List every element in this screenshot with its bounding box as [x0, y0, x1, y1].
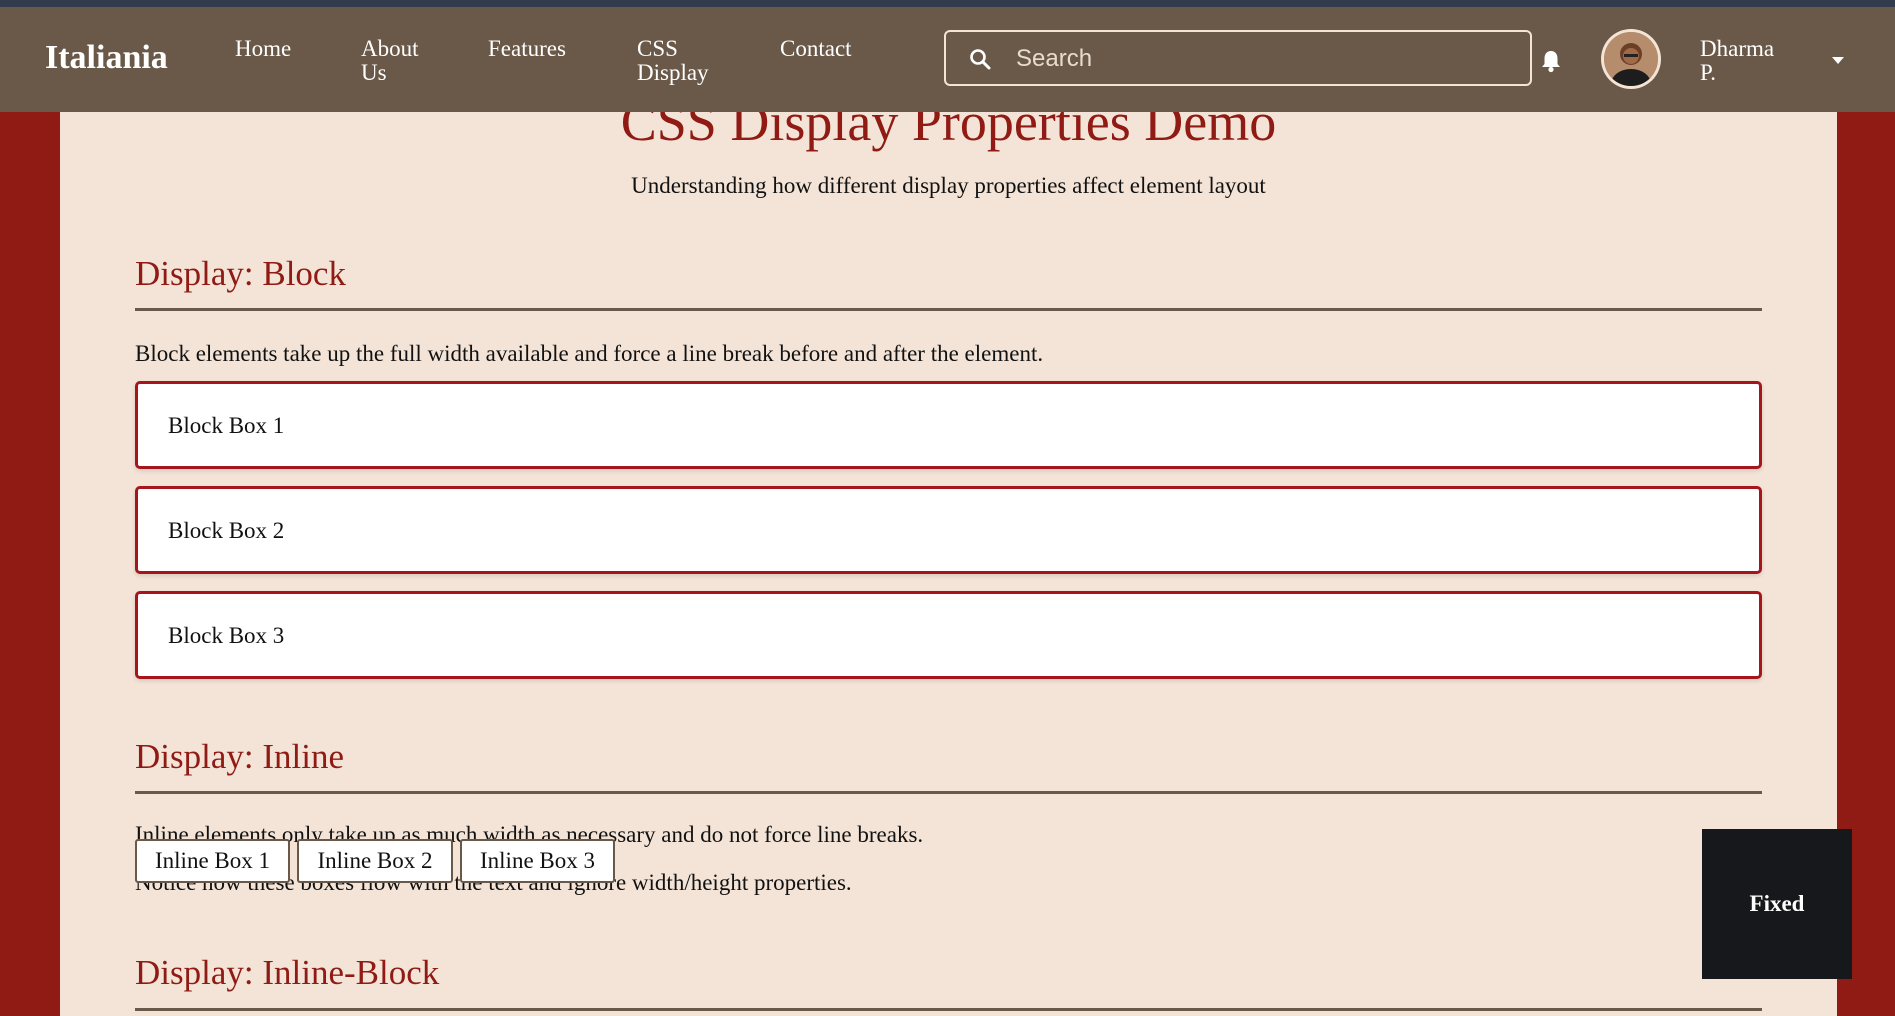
- search-input[interactable]: [1014, 41, 1518, 77]
- block-box-1: Block Box 1: [135, 381, 1762, 469]
- block-box-3: Block Box 3: [135, 591, 1762, 679]
- search-box[interactable]: [944, 30, 1532, 86]
- navbar: Italiania Home About Us Features CSS Dis…: [0, 7, 1895, 112]
- fixed-box-label: Fixed: [1749, 891, 1805, 916]
- inline-block-section-divider: [135, 1008, 1762, 1011]
- user-name-line2: P.: [1700, 60, 1716, 85]
- window-top-border: [0, 0, 1895, 7]
- main-content: CSS Display Properties Demo Understandin…: [60, 112, 1837, 1016]
- inline-box-1: Inline Box 1: [135, 839, 290, 883]
- block-section-divider: [135, 308, 1762, 311]
- nav-link-css-display[interactable]: CSS Display: [637, 37, 709, 85]
- nav-link-about-us-line1: About: [361, 36, 419, 61]
- avatar-photo: [1604, 32, 1658, 86]
- nav-link-contact[interactable]: Contact: [780, 37, 852, 61]
- block-box-label: Block Box 2: [168, 518, 285, 543]
- block-box-2: Block Box 2: [135, 486, 1762, 574]
- block-section-description: Block elements take up the full width av…: [135, 341, 1044, 366]
- avatar[interactable]: [1601, 29, 1661, 89]
- inline-section-divider: [135, 791, 1762, 794]
- inline-block-section-heading: Display: Inline-Block: [135, 953, 440, 992]
- block-box-label: Block Box 1: [168, 413, 285, 438]
- inline-section-heading: Display: Inline: [135, 737, 344, 776]
- user-name-line1: Dharma: [1700, 36, 1775, 61]
- site-logo[interactable]: Italiania: [45, 41, 168, 75]
- nav-link-css-display-line2: Display: [637, 60, 709, 85]
- bell-icon[interactable]: [1540, 49, 1562, 73]
- nav-link-features[interactable]: Features: [488, 37, 566, 61]
- inline-box-3: Inline Box 3: [460, 839, 615, 883]
- nav-link-css-display-line1: CSS: [637, 36, 678, 61]
- chevron-down-icon[interactable]: [1832, 57, 1844, 64]
- block-section-heading: Display: Block: [135, 254, 346, 293]
- search-icon: [970, 49, 991, 70]
- page-subtitle: Understanding how different display prop…: [631, 173, 1266, 198]
- fixed-position-box: Fixed: [1702, 829, 1852, 979]
- user-name[interactable]: Dharma P.: [1700, 37, 1774, 85]
- page-title: CSS Display Properties Demo: [620, 112, 1277, 152]
- nav-link-about-us-line2: Us: [361, 60, 387, 85]
- inline-box-2: Inline Box 2: [297, 839, 453, 883]
- nav-link-about-us[interactable]: About Us: [361, 37, 419, 85]
- nav-link-home[interactable]: Home: [235, 37, 291, 61]
- block-box-label: Block Box 3: [168, 623, 285, 648]
